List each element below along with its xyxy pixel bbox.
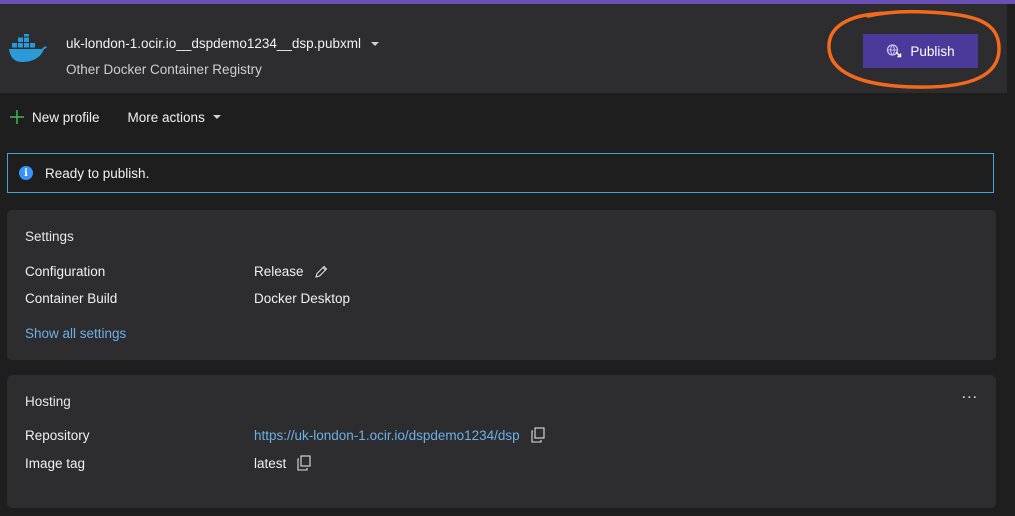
settings-card: Settings Configuration Release Container…: [7, 210, 996, 360]
configuration-label: Configuration: [25, 264, 106, 279]
repository-url-link[interactable]: https://uk-london-1.ocir.io/dspdemo1234/…: [254, 428, 520, 443]
chevron-down-icon: [370, 41, 379, 46]
hosting-card: Hosting ... Repository https://uk-london…: [7, 375, 996, 508]
docker-whale-icon: [9, 34, 47, 62]
globe-publish-icon: [887, 44, 902, 58]
new-profile-label: New profile: [32, 109, 100, 125]
more-actions-label: More actions: [127, 109, 205, 125]
profile-target-type: Other Docker Container Registry: [66, 62, 262, 77]
configuration-value: Release: [254, 264, 304, 279]
profile-toolbar: New profile More actions: [10, 107, 249, 127]
image-tag-label: Image tag: [25, 456, 86, 471]
status-info-bar: i Ready to publish.: [7, 153, 994, 193]
container-build-text: Docker Desktop: [254, 291, 351, 306]
profile-name: uk-london-1.ocir.io__dspdemo1234__dsp.pu…: [66, 36, 361, 51]
hosting-title: Hosting: [25, 394, 71, 409]
publish-button-label: Publish: [910, 43, 955, 59]
info-icon: i: [19, 166, 33, 180]
repository-value-group: https://uk-london-1.ocir.io/dspdemo1234/…: [254, 427, 546, 443]
more-actions-dropdown[interactable]: More actions: [128, 110, 221, 125]
settings-title: Settings: [25, 229, 74, 244]
more-options-icon[interactable]: ...: [962, 386, 978, 402]
publish-profile-header: uk-london-1.ocir.io__dspdemo1234__dsp.pu…: [0, 4, 1007, 93]
publish-button[interactable]: Publish: [863, 34, 978, 68]
chevron-down-icon: [212, 115, 221, 119]
new-profile-button[interactable]: New profile: [10, 110, 100, 125]
image-tag-value: latest: [254, 455, 287, 471]
container-build-value: Docker Desktop: [254, 291, 350, 306]
repository-label: Repository: [25, 428, 90, 443]
copy-icon[interactable]: [296, 455, 312, 471]
status-message: Ready to publish.: [45, 165, 150, 181]
show-all-settings-link[interactable]: Show all settings: [25, 326, 126, 341]
profile-selector-dropdown[interactable]: uk-london-1.ocir.io__dspdemo1234__dsp.pu…: [66, 36, 379, 51]
container-build-label: Container Build: [25, 291, 118, 306]
edit-pencil-icon[interactable]: [314, 265, 328, 279]
image-tag-value-group: latest: [254, 455, 312, 471]
configuration-value-group: Release: [254, 264, 328, 279]
copy-icon[interactable]: [530, 427, 546, 443]
add-icon: [10, 110, 24, 124]
